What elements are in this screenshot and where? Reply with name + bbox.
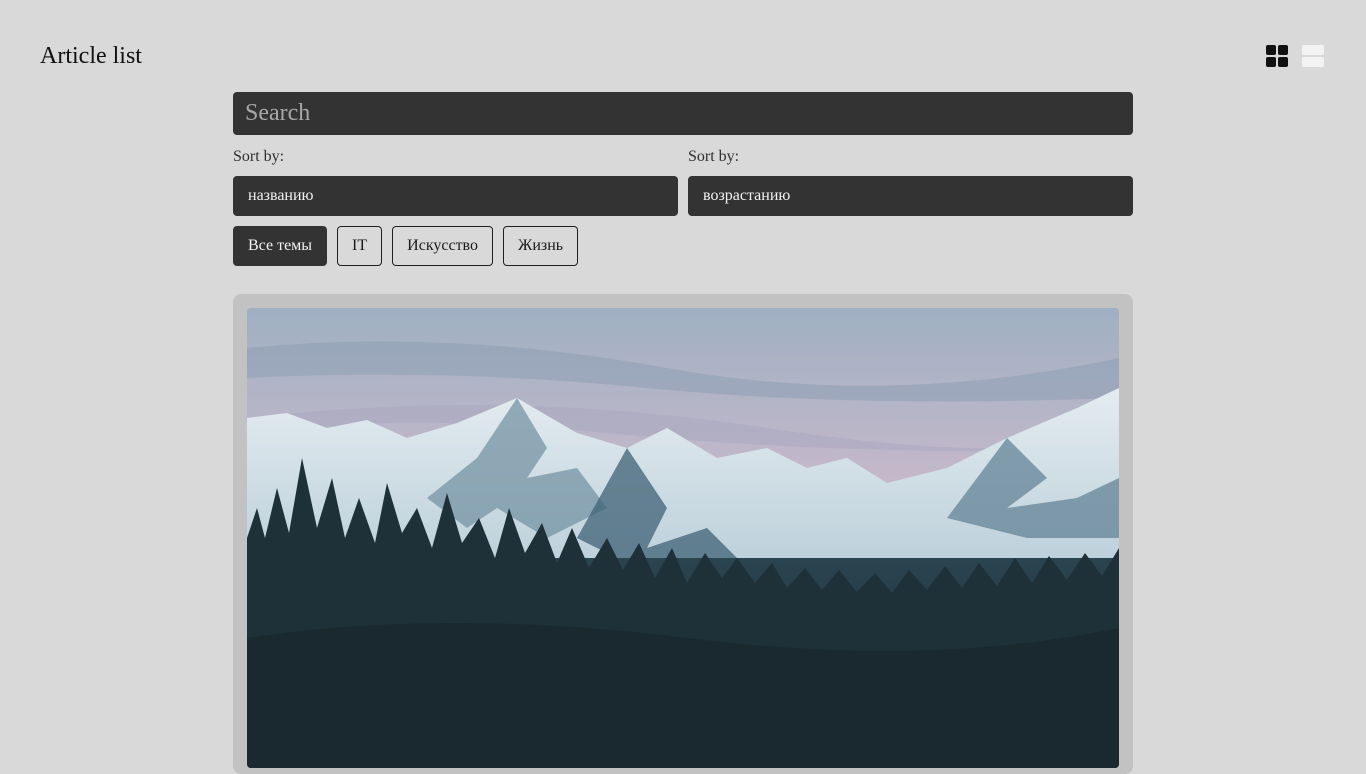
- tab-all-topics[interactable]: Все темы: [233, 226, 328, 266]
- page-header: Article list: [0, 0, 1366, 92]
- mountain-landscape-image: [247, 308, 1119, 768]
- sort-order-select[interactable]: возрастанию: [688, 176, 1133, 216]
- search-input[interactable]: [233, 92, 1133, 135]
- list-view-icon[interactable]: [1302, 45, 1324, 67]
- tab-art[interactable]: Искусство: [392, 226, 493, 266]
- article-card[interactable]: [233, 294, 1133, 774]
- sort-row: Sort by: названию Sort by: возрастанию: [233, 148, 1133, 216]
- sort-order-block: Sort by: возрастанию: [688, 148, 1133, 216]
- sort-field-select[interactable]: названию: [233, 176, 678, 216]
- tab-life[interactable]: Жизнь: [503, 226, 579, 266]
- filters-panel: Sort by: названию Sort by: возрастанию В…: [233, 92, 1133, 266]
- page-title: Article list: [40, 43, 142, 69]
- tab-it[interactable]: IT: [337, 226, 383, 266]
- sort-order-label: Sort by:: [688, 148, 740, 165]
- grid-view-icon[interactable]: [1266, 45, 1288, 67]
- sort-field-block: Sort by: названию: [233, 148, 678, 216]
- topic-tabs: Все темы IT Искусство Жизнь: [233, 226, 1133, 266]
- sort-field-label: Sort by:: [233, 148, 285, 165]
